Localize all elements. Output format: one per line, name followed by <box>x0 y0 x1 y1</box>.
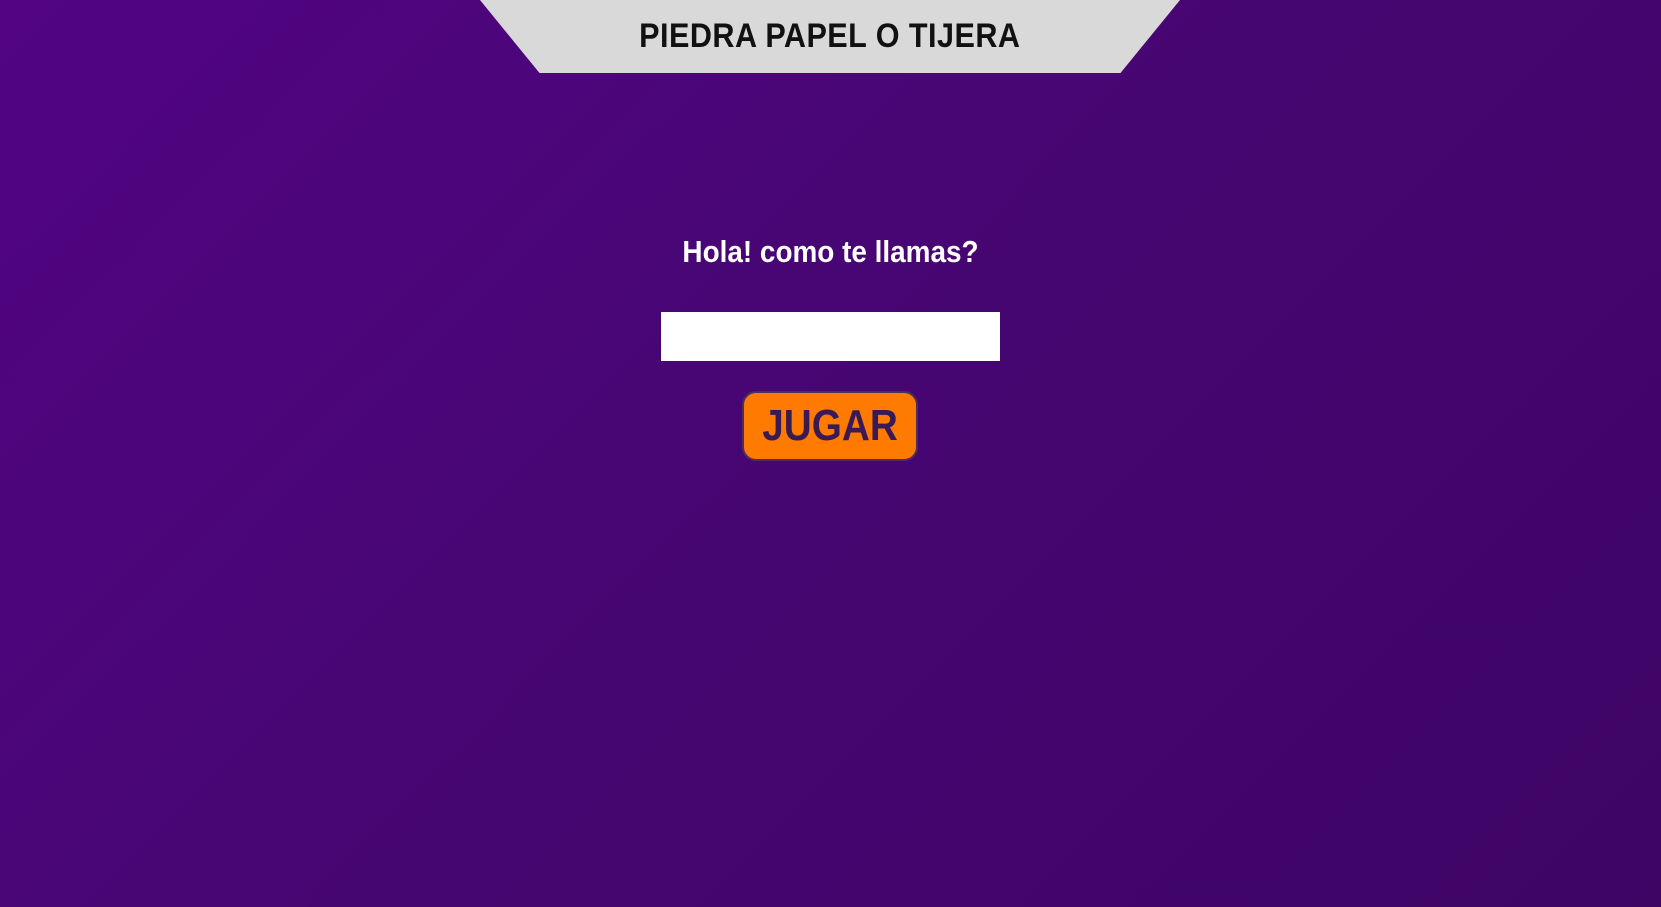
play-button[interactable]: JUGAR <box>742 391 918 461</box>
page-title: PIEDRA PAPEL O TIJERA <box>639 17 1021 55</box>
title-banner: PIEDRA PAPEL O TIJERA <box>480 0 1180 73</box>
name-prompt: Hola! como te llamas? <box>682 234 979 269</box>
play-button-label: JUGAR <box>762 401 898 450</box>
name-input[interactable] <box>661 312 1000 361</box>
